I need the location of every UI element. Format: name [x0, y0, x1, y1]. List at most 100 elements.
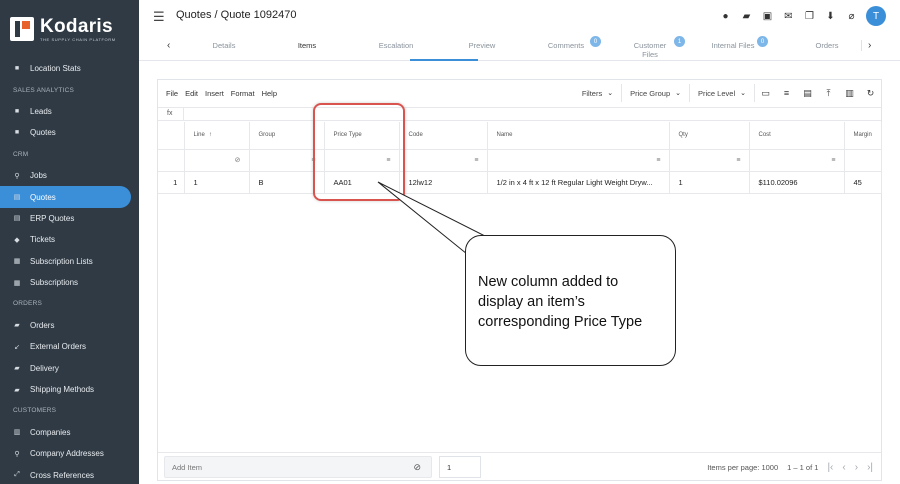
location-icon[interactable]: ● [719, 10, 732, 23]
table-row[interactable]: 1 1 B AA01 12lw12 1/2 in x 4 ft x 12 ft Regul… [158, 171, 882, 194]
sidebar-item-companies[interactable]: ▥ Companies [0, 422, 139, 443]
column-filter-qty[interactable]: ≡ [669, 149, 750, 172]
column-filter-cost[interactable]: ≡ [749, 149, 845, 172]
cell-qty[interactable]: 1 [669, 171, 750, 194]
column-header-price-type[interactable]: Price Type [324, 122, 400, 150]
column-header-margin[interactable]: Margin [844, 122, 882, 150]
cell-line[interactable]: 1 [184, 171, 250, 194]
attachment-icon[interactable]: ⌀ [845, 10, 858, 23]
column-filter-margin[interactable] [844, 149, 882, 172]
menu-icon[interactable]: ☰ [153, 9, 165, 25]
cell-code[interactable]: 12lw12 [399, 171, 488, 194]
sidebar-item-external-orders[interactable]: ↙ External Orders [0, 336, 139, 357]
filter-icon[interactable]: ≡ [656, 157, 660, 164]
upload-icon[interactable]: ⤒ [818, 88, 839, 99]
tab-internal-files[interactable]: Internal Files 0 [708, 36, 768, 50]
app-logo[interactable]: Kodaris THE SUPPLY CHAIN PLATFORM [0, 0, 139, 58]
column-filter-code[interactable]: ≡ [399, 149, 488, 172]
sort-ascending-icon[interactable]: ↑ [209, 132, 212, 138]
sidebar-item-subscriptions[interactable]: ▦ Subscriptions [0, 272, 139, 293]
column-filter-name[interactable]: ≡ [487, 149, 670, 172]
cell-cost[interactable]: $110.02096 [749, 171, 845, 194]
column-header-code[interactable]: Code [399, 122, 488, 150]
tab-comments[interactable]: Comments 0 [541, 36, 601, 50]
column-filter-line[interactable]: ⊘ [184, 149, 250, 172]
tab-escalation[interactable]: Escalation [371, 41, 421, 50]
tab-details[interactable]: Details [199, 41, 249, 50]
comment-icon[interactable]: ▤ [797, 88, 818, 99]
tab-items[interactable]: Items [282, 41, 332, 50]
cell-name[interactable]: 1/2 in x 4 ft x 12 ft Regular Light Weig… [487, 171, 670, 194]
sidebar-item-orders[interactable]: ▰ Orders [0, 315, 139, 336]
clear-filter-icon[interactable]: ⊘ [235, 157, 241, 164]
cell-price-type[interactable]: AA01 [324, 171, 400, 194]
annotation-text: New column added to display an item’s co… [478, 274, 643, 330]
price-level-dropdown[interactable]: Price Level ⌄ [690, 84, 755, 102]
column-header-group[interactable]: Group [249, 122, 325, 150]
sidebar-item-label: Tickets [30, 235, 56, 245]
cell-group[interactable]: B [249, 171, 325, 194]
sidebar-item-label: Cross References [30, 470, 95, 480]
column-header-cost[interactable]: Cost [749, 122, 845, 150]
prev-page-icon[interactable]: ‹ [842, 462, 845, 473]
cell-margin[interactable]: 45 [844, 171, 882, 194]
menu-edit[interactable]: Edit [185, 89, 198, 98]
columns-icon[interactable]: ▥ [839, 88, 860, 99]
sidebar-item-subscription-lists[interactable]: ▦ Subscription Lists [0, 251, 139, 272]
items-per-page[interactable]: Items per page: 1000 [707, 463, 778, 472]
filters-dropdown[interactable]: Filters ⌄ [574, 84, 623, 102]
tab-count-badge: 0 [590, 36, 601, 47]
column-header-name[interactable]: Name [487, 122, 670, 150]
filter-icon[interactable]: ≡ [311, 157, 315, 164]
chevron-left-icon[interactable]: ‹ [167, 40, 170, 51]
column-filter-price-type[interactable]: ≡ [324, 149, 400, 172]
tab-preview[interactable]: Preview [457, 41, 507, 50]
avatar[interactable]: T [866, 6, 886, 26]
id-card-icon[interactable]: ▭ [755, 88, 776, 99]
chevron-right-icon[interactable]: › [861, 40, 871, 51]
mail-icon[interactable]: ✉ [782, 10, 795, 23]
first-page-icon[interactable]: |‹ [827, 462, 833, 473]
menu-insert[interactable]: Insert [205, 89, 224, 98]
filter-icon[interactable]: ≡ [831, 157, 835, 164]
column-header-qty[interactable]: Qty [669, 122, 750, 150]
sidebar-item-quotes[interactable]: ▤ Quotes [0, 186, 131, 208]
sidebar-item-shipping-methods[interactable]: ▰ Shipping Methods [0, 379, 139, 400]
column-filter-group[interactable]: ≡ [249, 149, 325, 172]
last-page-icon[interactable]: ›| [867, 462, 873, 473]
refresh-icon[interactable]: ↻ [860, 88, 881, 99]
sidebar-item-label: Company Addresses [30, 449, 104, 459]
menu-format[interactable]: Format [231, 89, 255, 98]
sidebar-item-company-addresses[interactable]: ⚲ Company Addresses [0, 443, 139, 464]
sidebar-item-erp-quotes[interactable]: ▤ ERP Quotes [0, 208, 139, 229]
filter-icon[interactable]: ≡ [386, 157, 390, 164]
column-header-line[interactable]: Line ↑ [184, 122, 250, 150]
sidebar-item-tickets[interactable]: ◆ Tickets [0, 229, 139, 250]
copy-icon[interactable]: ❐ [803, 10, 816, 23]
download-icon[interactable]: ⬇ [824, 10, 837, 23]
next-page-icon[interactable]: › [855, 462, 858, 473]
money-icon[interactable]: ▣ [761, 10, 774, 23]
formula-bar[interactable]: fx [158, 107, 881, 121]
column-header-label: Cost [758, 132, 771, 139]
sidebar-item-quotes[interactable]: ■ Quotes [0, 122, 139, 143]
sidebar-item-label: Orders [30, 320, 55, 330]
tab-customer-files[interactable]: Customer Files 1 [625, 36, 685, 59]
filter-icon[interactable]: ≡ [474, 157, 478, 164]
add-row-icon[interactable]: ≡ [776, 88, 797, 98]
truck-icon[interactable]: ▰ [740, 10, 753, 23]
menu-file[interactable]: File [166, 89, 178, 98]
sidebar-item-delivery[interactable]: ▰ Delivery [0, 357, 139, 378]
sidebar-item-leads[interactable]: ■ Leads [0, 101, 139, 122]
sidebar-item-cross-references[interactable]: ⤢ Cross References [0, 464, 139, 484]
add-item-input[interactable]: Add Item ⊘ [164, 456, 432, 478]
sidebar-item-location-stats[interactable]: ■ Location Stats [0, 58, 139, 79]
sidebar-item-jobs[interactable]: ⚲ Jobs [0, 165, 139, 186]
tab-orders[interactable]: Orders [802, 41, 852, 50]
eye-off-icon[interactable]: ⊘ [413, 462, 421, 473]
quantity-input[interactable]: 1 [439, 456, 481, 478]
tab-label: Customer Files [633, 41, 667, 59]
menu-help[interactable]: Help [262, 89, 277, 98]
filter-icon[interactable]: ≡ [736, 157, 740, 164]
price-group-dropdown[interactable]: Price Group ⌄ [622, 84, 691, 102]
